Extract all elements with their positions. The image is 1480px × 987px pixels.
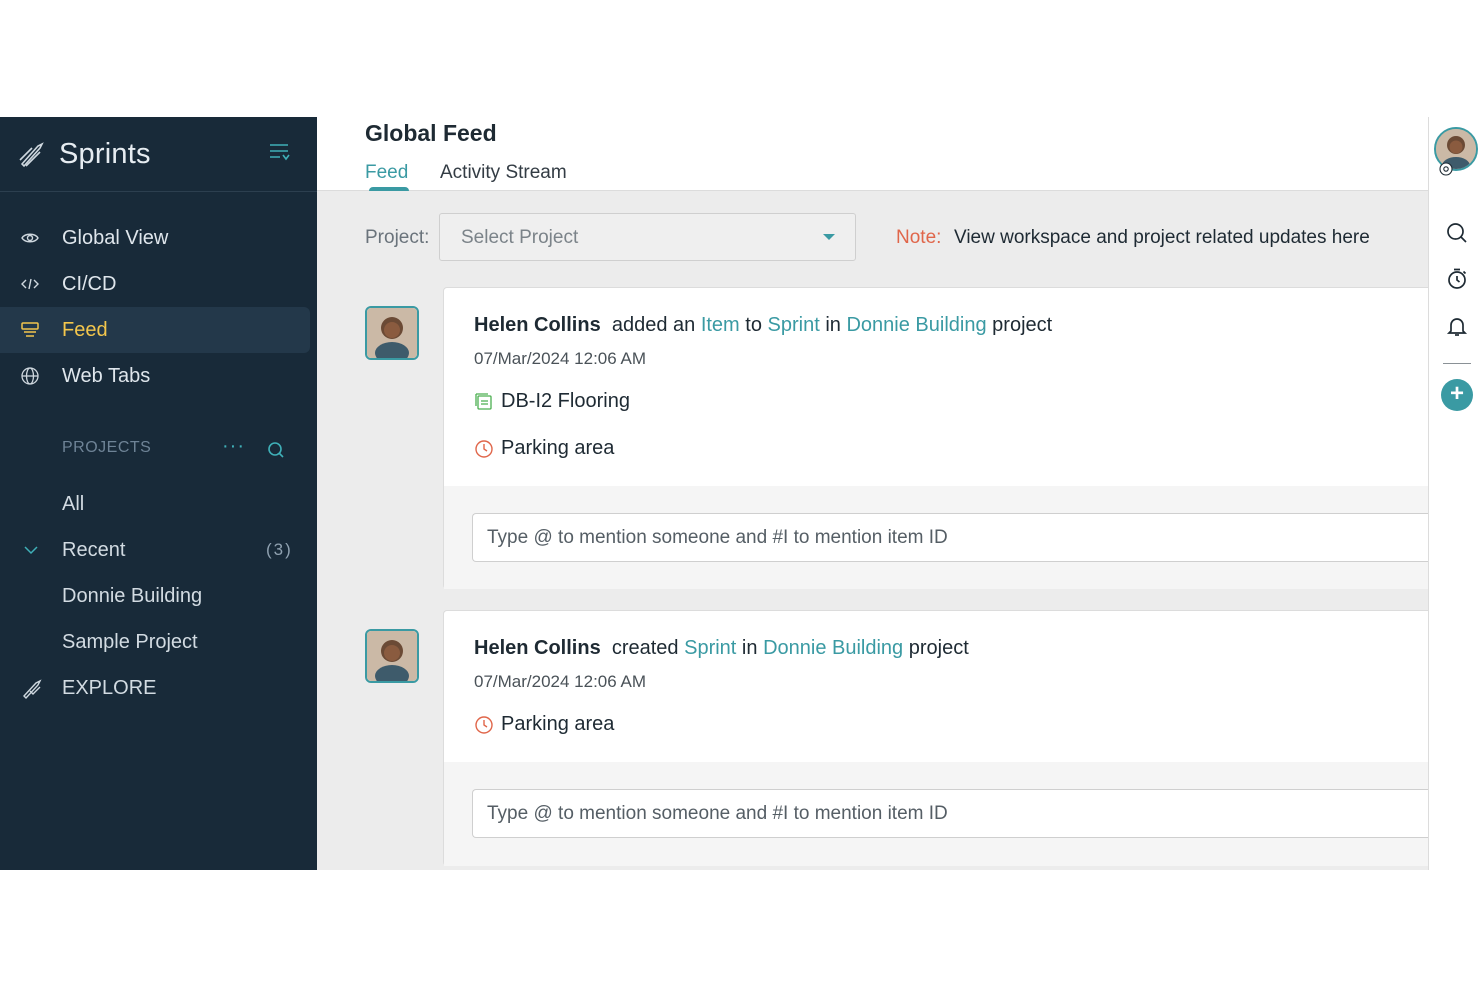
sprint-icon [474,715,494,735]
projects-heading: PROJECTS [62,439,152,456]
connector-text: in [825,314,841,336]
feed-detail-sprint[interactable]: Parking area [474,437,614,460]
suffix-text: project [992,314,1053,336]
sprint-name: Parking area [501,437,615,459]
sidebar-item-label: Feed [62,318,108,341]
sidebar-item-feed[interactable]: Feed [0,307,310,353]
caret-down-icon [823,234,835,240]
project-item-all[interactable]: All [0,481,317,527]
sidebar-item-web-tabs[interactable]: Web Tabs [0,353,317,399]
project-filter-label: Project: [365,227,430,248]
project-select-value: Select Project [461,227,579,248]
rail-divider [1443,363,1471,364]
sidebar-item-label: Web Tabs [62,364,151,387]
project-item-donnie-building[interactable]: Donnie Building [0,573,317,619]
explore-label: EXPLORE [62,676,157,699]
connector-text: to [745,314,762,336]
suffix-text: project [908,637,969,659]
code-icon [20,274,40,294]
collapse-menu-icon[interactable] [268,141,290,163]
sidebar-item-global-view[interactable]: Global View [0,215,317,261]
feed-icon [20,320,40,340]
project-group-label: Recent [62,538,126,561]
sidebar-nav: Global View CI/CD Feed Web Tabs [0,215,317,399]
timer-icon[interactable] [1445,267,1469,291]
sprint-icon [474,439,494,459]
feed-card: Helen Collins created Sprint in Donnie B… [443,610,1429,866]
right-rail: + [1428,117,1480,870]
avatar[interactable] [365,629,419,683]
eye-icon [20,228,40,248]
project-item-sample-project[interactable]: Sample Project [0,619,317,665]
item-icon [474,392,494,412]
active-tab-indicator [369,187,409,191]
note-text: View workspace and project related updat… [954,227,1370,248]
feed-detail-item[interactable]: DB-I2 Flooring [474,390,630,413]
projects-search-icon[interactable] [267,441,285,459]
comment-input[interactable]: Type @ to mention someone and #I to ment… [472,789,1429,838]
comment-area: Type @ to mention someone and #I to ment… [444,762,1429,866]
project-select[interactable]: Select Project [439,213,856,261]
project-list: All Recent (3) Donnie Building Sample Pr… [0,481,317,711]
avatar[interactable] [365,306,419,360]
sidebar-item-explore[interactable]: EXPLORE [0,665,317,711]
feed-card-summary: Helen Collins created Sprint in Donnie B… [474,637,969,660]
item-link[interactable]: Item [701,314,740,336]
tab-feed[interactable]: Feed [365,162,408,184]
tab-activity-stream[interactable]: Activity Stream [440,162,567,184]
gear-icon[interactable] [1438,161,1454,177]
connector-text: in [741,637,758,659]
projects-more-button[interactable]: ··· [222,435,245,458]
project-group-recent[interactable]: Recent (3) [0,527,317,573]
comment-placeholder: Type @ to mention someone and #I to ment… [487,527,948,548]
action-text: created [611,637,679,659]
note-label: Note: [896,227,942,248]
feed-card: Helen Collins added an Item to Sprint in… [443,287,1429,589]
action-text: added an [611,314,696,336]
sprint-link[interactable]: Sprint [768,314,820,336]
comment-placeholder: Type @ to mention someone and #I to ment… [487,803,948,824]
add-button[interactable]: + [1441,379,1473,411]
comment-input[interactable]: Type @ to mention someone and #I to ment… [472,513,1429,562]
timestamp: 07/Mar/2024 12:06 AM [474,672,647,691]
globe-icon [20,366,40,386]
search-icon[interactable] [1445,221,1469,245]
recent-count: (3) [266,540,293,559]
bell-icon[interactable] [1445,314,1469,338]
user-name[interactable]: Helen Collins [474,637,601,659]
timestamp: 07/Mar/2024 12:06 AM [474,349,647,368]
project-item-label: All [62,492,85,515]
project-link[interactable]: Donnie Building [846,314,986,336]
sprints-logo-icon [18,140,46,168]
sidebar-item-label: CI/CD [62,272,117,295]
chevron-down-icon[interactable] [22,541,40,559]
explore-icon [22,679,42,700]
user-name[interactable]: Helen Collins [474,314,601,336]
app-name: Sprints [59,137,151,170]
comment-area: Type @ to mention someone and #I to ment… [444,486,1429,589]
feed-detail-sprint[interactable]: Parking area [474,713,614,736]
sidebar: Sprints Global View CI/CD Feed Web Tabs … [0,117,317,870]
sidebar-item-cicd[interactable]: CI/CD [0,261,317,307]
page-title: Global Feed [365,120,497,146]
page-header: Global Feed Feed Activity Stream [317,117,1428,191]
item-title: DB-I2 Flooring [501,390,630,412]
sprint-link[interactable]: Sprint [684,637,736,659]
app-window: Sprints Global View CI/CD Feed Web Tabs … [0,117,1480,870]
project-item-label: Donnie Building [62,584,203,607]
feed-card-summary: Helen Collins added an Item to Sprint in… [474,314,1052,337]
project-item-label: Sample Project [62,630,198,653]
project-link[interactable]: Donnie Building [763,637,903,659]
sprint-name: Parking area [501,713,615,735]
sidebar-item-label: Global View [62,226,169,249]
